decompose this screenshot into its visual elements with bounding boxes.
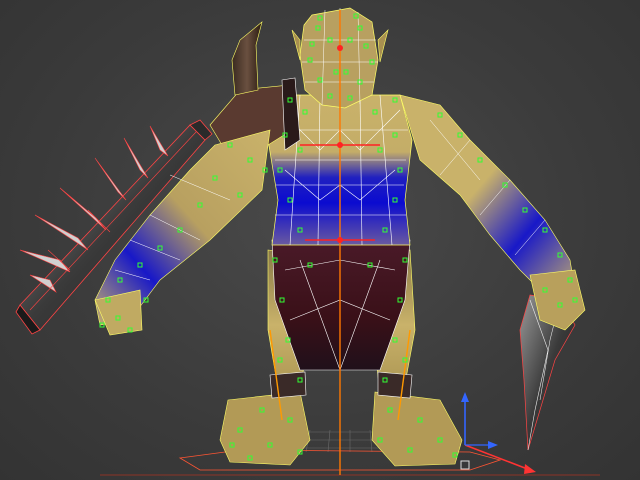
shoulder-pad[interactable]	[209, 21, 301, 151]
scene-canvas[interactable]	[0, 0, 640, 480]
right-arm[interactable]	[399, 94, 586, 331]
transform-gizmo-icon[interactable]	[460, 392, 536, 474]
3d-viewport[interactable]	[0, 0, 640, 480]
